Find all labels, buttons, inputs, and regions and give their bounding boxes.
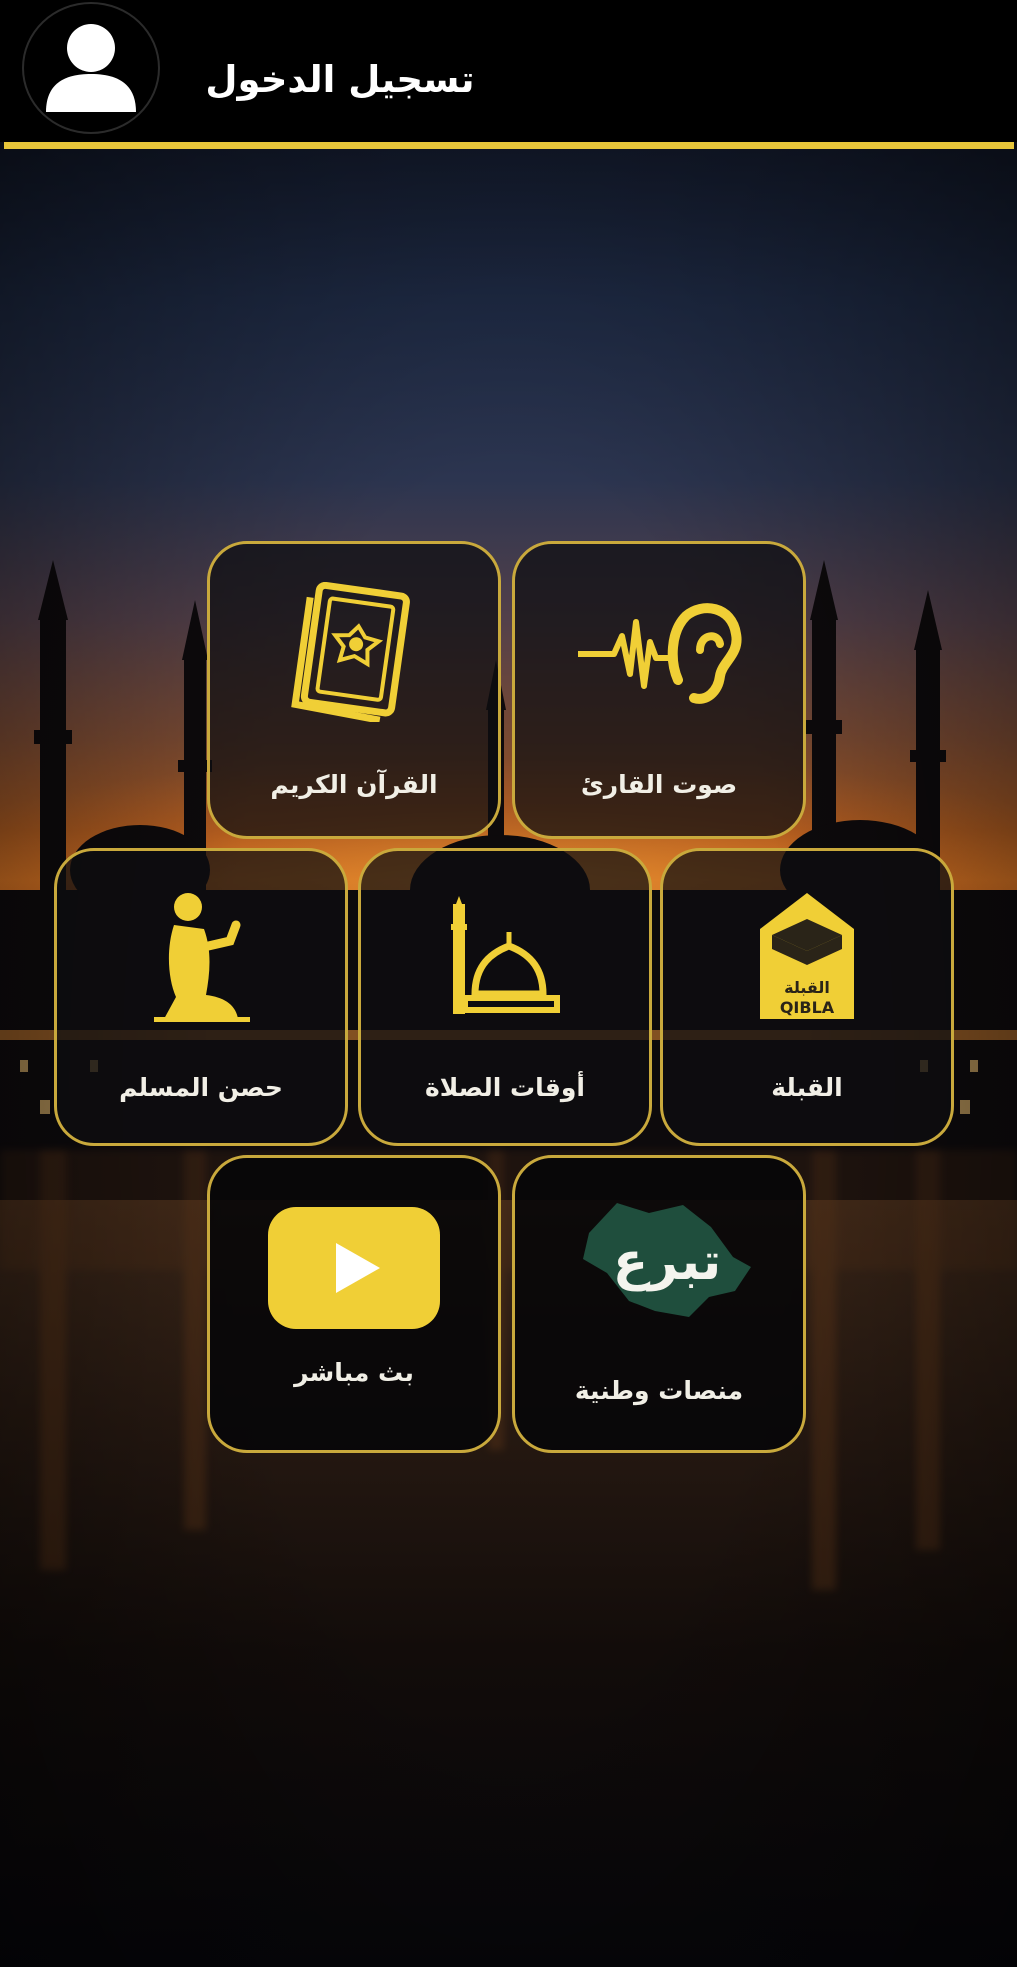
top-header-bar: تسجيل الدخول xyxy=(0,0,1017,142)
tile-label: صوت القارئ xyxy=(580,770,738,799)
header-accent-line xyxy=(4,142,1014,149)
kaaba-qibla-icon: القبلة QIBLA xyxy=(663,889,951,1029)
tile-label: القبلة xyxy=(771,1073,843,1102)
tile-holy-quran[interactable]: القرآن الكريم xyxy=(207,541,501,839)
play-button-icon xyxy=(210,1198,498,1338)
ear-soundwave-icon xyxy=(515,582,803,722)
tile-live-stream[interactable]: بث مباشر xyxy=(207,1155,501,1453)
tile-reciter-voice[interactable]: صوت القارئ xyxy=(512,541,806,839)
login-link[interactable]: تسجيل الدخول xyxy=(190,58,490,101)
svg-text:تبرع: تبرع xyxy=(613,1232,722,1292)
tile-label: حصن المسلم xyxy=(119,1073,283,1102)
quran-book-icon xyxy=(210,582,498,722)
svg-text:QIBLA: QIBLA xyxy=(780,998,835,1017)
avatar-button[interactable] xyxy=(22,2,160,134)
tabaru-logo-icon: تبرع xyxy=(515,1188,803,1328)
tile-label: منصات وطنية xyxy=(574,1376,744,1405)
tile-national-platforms[interactable]: تبرع منصات وطنية xyxy=(512,1155,806,1453)
tile-label: بث مباشر xyxy=(294,1358,414,1387)
tile-label: القرآن الكريم xyxy=(270,770,438,799)
tile-prayer-times[interactable]: أوقات الصلاة xyxy=(358,848,652,1146)
tile-qibla[interactable]: القبلة QIBLA القبلة xyxy=(660,848,954,1146)
praying-man-icon xyxy=(57,889,345,1029)
tile-hisn-al-muslim[interactable]: حصن المسلم xyxy=(54,848,348,1146)
svg-text:القبلة: القبلة xyxy=(784,978,830,997)
mosque-icon xyxy=(361,889,649,1029)
tile-label: أوقات الصلاة xyxy=(424,1073,586,1102)
user-icon xyxy=(46,24,136,112)
